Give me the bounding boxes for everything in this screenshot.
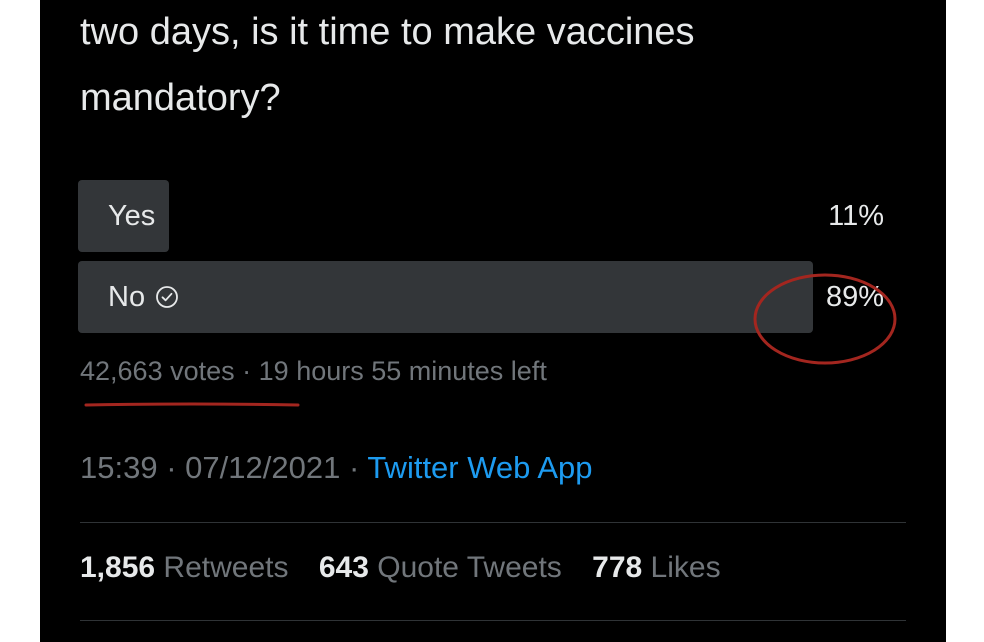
- tweet-time[interactable]: 15:39: [80, 450, 158, 485]
- tweet-stats: 1,856 Retweets 643 Quote Tweets 778 Like…: [80, 551, 743, 585]
- quote-tweets-count: 643: [318, 551, 369, 584]
- source-link[interactable]: Twitter Web App: [367, 450, 592, 485]
- poll-option-text-no: No: [108, 281, 146, 313]
- poll-percent-yes: 11%: [828, 200, 884, 232]
- tweet-detail-screen: two days, is it time to make vaccines ma…: [40, 0, 946, 642]
- likes-count: 778: [592, 551, 643, 584]
- likes-stat[interactable]: 778 Likes: [592, 551, 720, 584]
- poll-meta-separator: ·: [242, 356, 252, 386]
- poll-option-no: No 89%: [78, 261, 904, 333]
- poll-option-yes: Yes 11%: [78, 180, 904, 252]
- timestamp-separator-2: ·: [348, 450, 360, 485]
- poll-percent-no: 89%: [825, 281, 884, 313]
- retweets-count: 1,856: [80, 551, 156, 584]
- check-circle-icon: [156, 286, 178, 308]
- annotation-underline: [84, 402, 300, 407]
- poll-vote-count: 42,663 votes: [80, 356, 235, 386]
- timestamp-separator: ·: [166, 450, 177, 485]
- poll-meta: 42,663 votes · 19 hours 55 minutes left: [80, 356, 547, 387]
- divider: [80, 522, 906, 523]
- quote-tweets-stat[interactable]: 643 Quote Tweets: [319, 551, 570, 584]
- retweets-label: Retweets: [163, 551, 289, 584]
- tweet-text-line-1: two days, is it time to make vaccines: [80, 11, 695, 53]
- tweet-text-line-2: mandatory?: [80, 77, 281, 119]
- poll-time-left: 19 hours 55 minutes left: [258, 356, 547, 386]
- divider: [80, 620, 906, 621]
- poll-bar-no: [78, 261, 814, 333]
- likes-label: Likes: [650, 551, 721, 584]
- tweet-timestamp: 15:39 · 07/12/2021 · Twitter Web App: [80, 450, 592, 486]
- poll-option-text-yes: Yes: [108, 200, 156, 232]
- poll-option-label-no: No: [108, 261, 179, 333]
- poll-option-label-yes: Yes: [108, 180, 155, 252]
- quote-tweets-label: Quote Tweets: [377, 551, 562, 584]
- tweet-date[interactable]: 07/12/2021: [185, 450, 340, 485]
- retweets-stat[interactable]: 1,856 Retweets: [80, 551, 297, 584]
